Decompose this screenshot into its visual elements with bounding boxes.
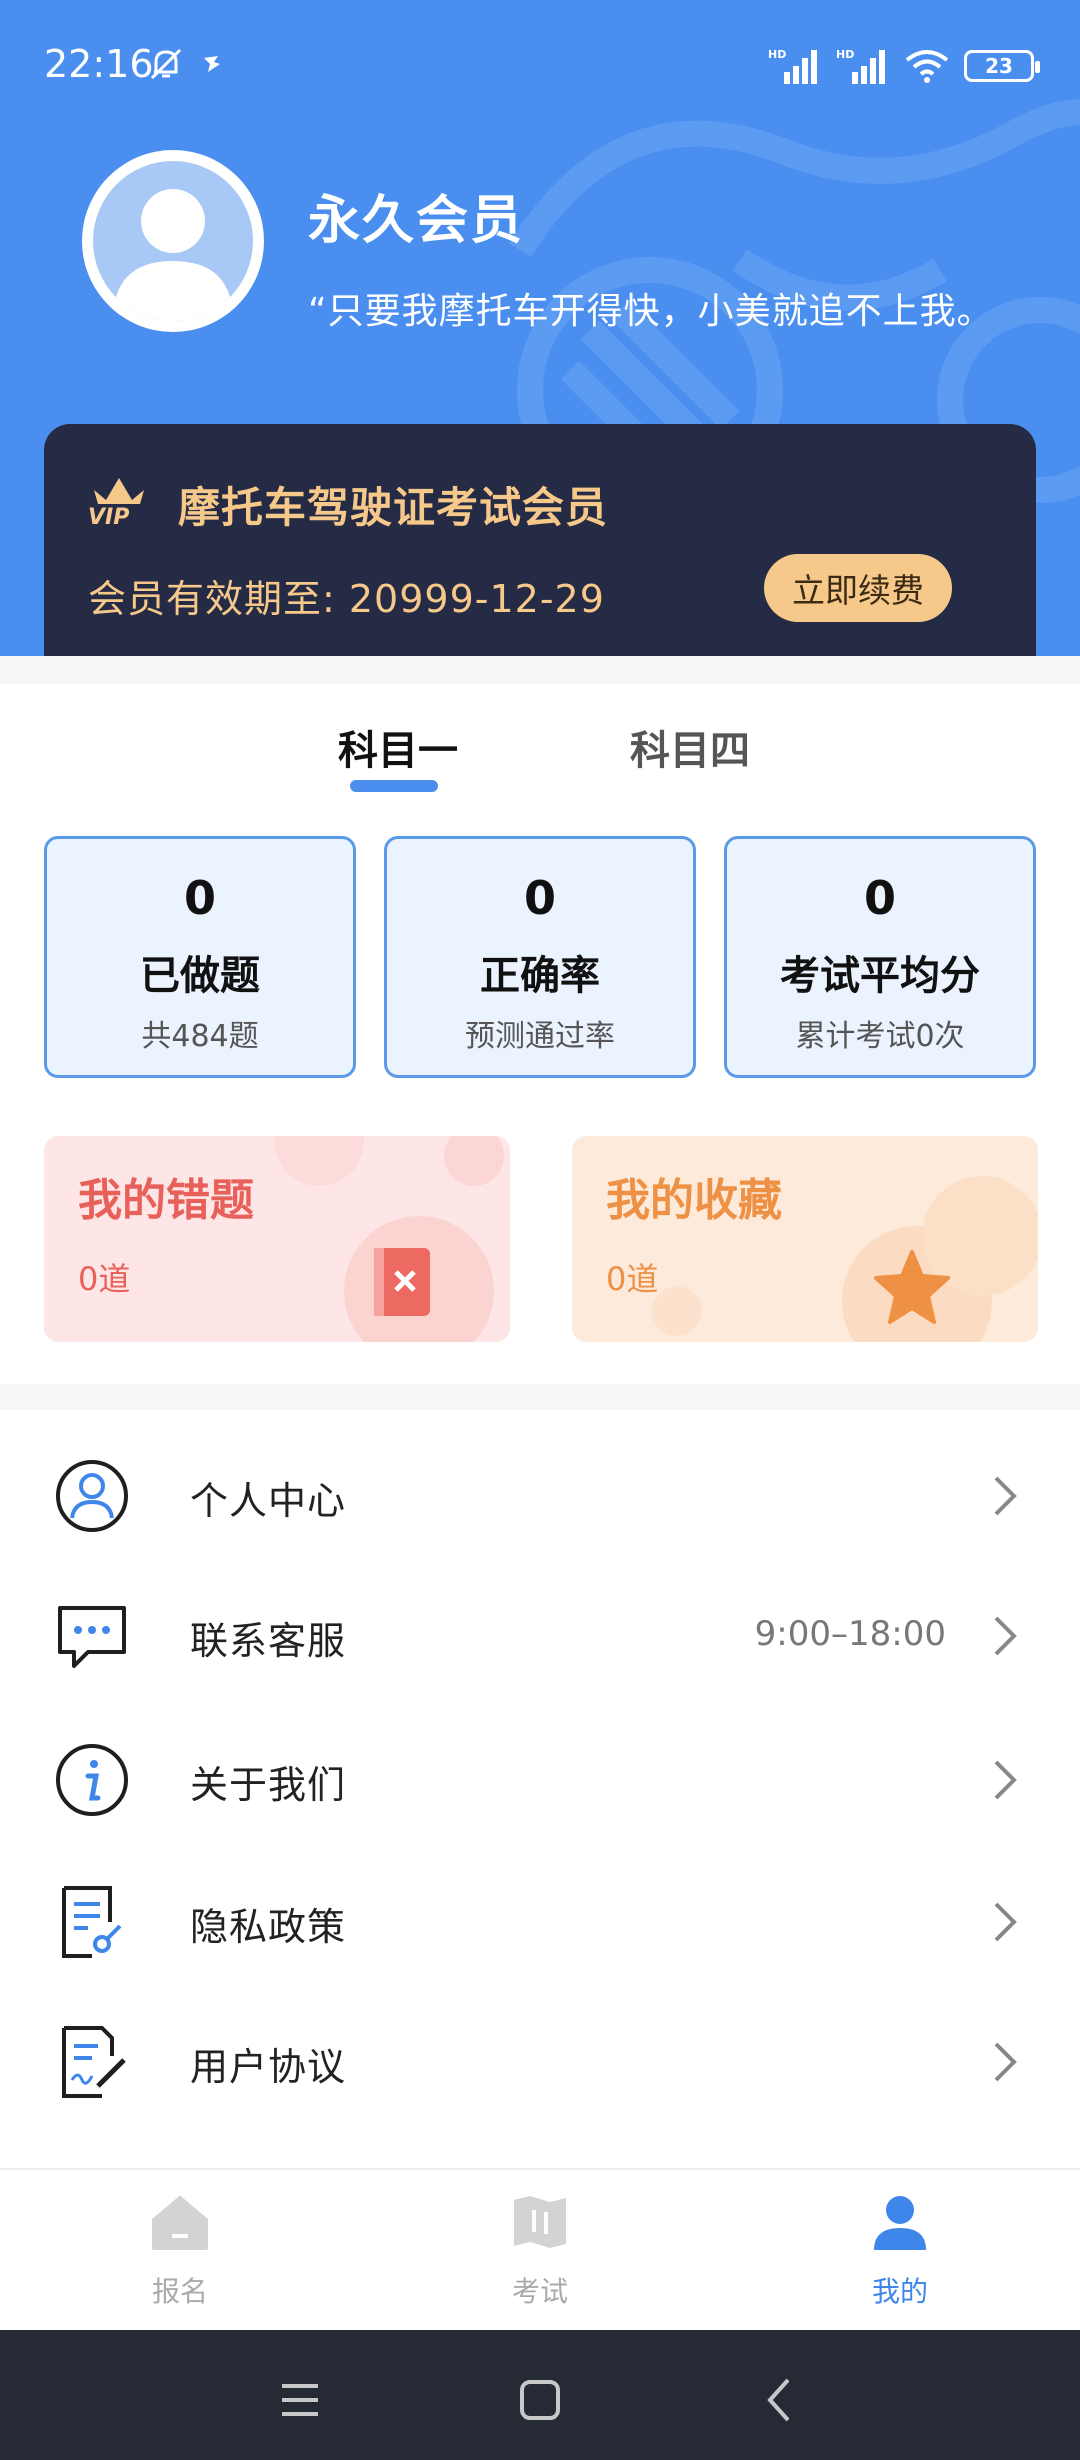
status-time: 22:16	[44, 42, 154, 86]
svg-text:VIP: VIP	[88, 505, 129, 526]
menu-label: 联系客服	[190, 1619, 347, 1663]
user-circle-icon	[56, 1460, 128, 1532]
info-icon	[56, 1744, 128, 1816]
avatar[interactable]	[82, 150, 264, 332]
feature-title: 我的错题	[78, 1175, 254, 1226]
signal-icon: HD	[768, 48, 817, 84]
vip-title: 摩托车驾驶证考试会员	[178, 483, 609, 532]
menu-item-customer-service[interactable]: 联系客服 9:00–18:00	[0, 1564, 1080, 1704]
chevron-right-icon	[994, 2042, 1017, 2082]
menu-label: 关于我们	[190, 1763, 347, 1807]
wrong-questions-card[interactable]: 我的错题 0道	[44, 1136, 510, 1342]
vip-card[interactable]: VIP 摩托车驾驶证考试会员 会员有效期至: 20999-12-29 立即续费	[44, 424, 1036, 656]
signal-icon: HD	[836, 48, 885, 84]
stat-sub: 累计考试0次	[795, 1019, 965, 1054]
study-panel: 科目一 科目四 0 已做题 共484题 0 正确率 预测通过率 0 考试平均分 …	[0, 684, 1080, 1384]
nav-label: 我的	[871, 2275, 928, 2308]
vip-crown-icon: VIP	[88, 478, 144, 526]
stat-card-accuracy[interactable]: 0 正确率 预测通过率	[384, 836, 696, 1078]
menu-item-personal-center[interactable]: 个人中心	[0, 1424, 1080, 1564]
menu-label: 隐私政策	[190, 1905, 347, 1949]
stat-value: 0	[523, 871, 556, 925]
wrong-book-icon	[374, 1248, 430, 1316]
svg-text:HD: HD	[836, 48, 854, 61]
chat-bubble-icon	[58, 1606, 126, 1668]
stat-value: 0	[183, 871, 216, 925]
stat-label: 考试平均分	[780, 953, 980, 999]
service-hours: 9:00–18:00	[754, 1614, 946, 1654]
profile-header: 22:16 HD HD 23 永久会员 “只要我摩托车开得快，小美就追不上我。 …	[0, 0, 1080, 656]
nav-tab-register[interactable]: 报名	[80, 2190, 280, 2310]
menu-label: 用户协议	[190, 2045, 347, 2089]
chevron-right-icon	[994, 1616, 1017, 1656]
home-icon	[152, 2196, 208, 2250]
stat-sub: 预测通过率	[465, 1019, 615, 1054]
vip-expiry: 会员有效期至: 20999-12-29	[88, 577, 605, 621]
renew-button[interactable]: 立即续费	[764, 554, 952, 622]
privacy-doc-icon	[62, 1886, 122, 1958]
user-motto: “只要我摩托车开得快，小美就追不上我。	[308, 291, 994, 332]
bell-muted-icon	[150, 48, 182, 80]
stat-card-average[interactable]: 0 考试平均分 累计考试0次	[724, 836, 1036, 1078]
system-navigation-bar	[0, 2330, 1080, 2460]
stat-card-done[interactable]: 0 已做题 共484题	[44, 836, 356, 1078]
feature-count: 0道	[606, 1260, 659, 1298]
feature-title: 我的收藏	[606, 1175, 782, 1226]
nav-label: 报名	[151, 2275, 208, 2308]
chevron-right-icon	[994, 1760, 1017, 1800]
wifi-icon	[905, 50, 949, 83]
star-icon	[874, 1250, 950, 1324]
svg-text:HD: HD	[768, 48, 786, 61]
stat-label: 已做题	[140, 953, 260, 999]
status-bar: 22:16 HD HD 23	[0, 0, 1080, 132]
nav-tab-mine[interactable]: 我的	[800, 2190, 1000, 2310]
nav-tab-exam[interactable]: 考试	[440, 2190, 640, 2310]
favorites-card[interactable]: 我的收藏 0道	[572, 1136, 1038, 1342]
notification-app-icon	[204, 56, 220, 72]
menu-item-about-us[interactable]: 关于我们	[0, 1708, 1080, 1848]
home-button-icon[interactable]	[510, 2370, 570, 2430]
map-book-icon	[514, 2196, 566, 2248]
tab-indicator	[350, 780, 438, 792]
person-icon	[874, 2196, 926, 2250]
stat-value: 0	[863, 871, 896, 925]
agreement-doc-icon	[62, 2026, 126, 2098]
stat-sub: 共484题	[141, 1019, 259, 1054]
user-name: 永久会员	[308, 191, 525, 251]
feature-count: 0道	[78, 1260, 131, 1298]
back-icon[interactable]	[750, 2370, 810, 2430]
settings-menu: 个人中心 联系客服 9:00–18:00 关于我们 隐私政策 用户协议	[0, 1410, 1080, 2168]
menu-item-privacy-policy[interactable]: 隐私政策	[0, 1850, 1080, 1990]
chevron-right-icon	[994, 1902, 1017, 1942]
nav-label: 考试	[511, 2275, 568, 2308]
tab-subject-four[interactable]: 科目四	[630, 718, 750, 776]
menu-icon[interactable]	[270, 2370, 330, 2430]
menu-item-user-agreement[interactable]: 用户协议	[0, 1990, 1080, 2130]
stat-label: 正确率	[480, 953, 600, 999]
chevron-right-icon	[994, 1476, 1017, 1516]
tab-subject-one[interactable]: 科目一	[338, 718, 458, 776]
menu-label: 个人中心	[190, 1479, 347, 1523]
bottom-tab-bar: 报名 考试 我的	[0, 2168, 1080, 2330]
default-avatar-icon	[113, 189, 233, 321]
battery-icon: 23	[964, 50, 1040, 82]
